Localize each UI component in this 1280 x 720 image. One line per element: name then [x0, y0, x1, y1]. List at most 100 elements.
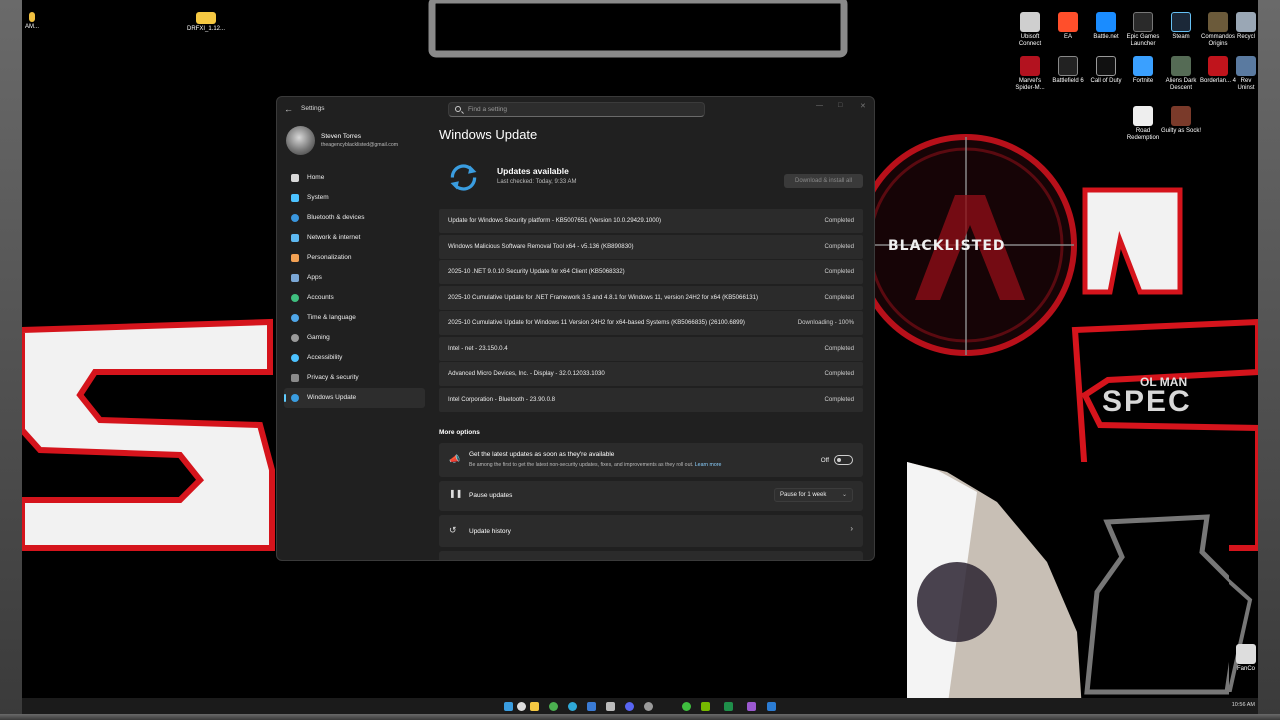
update-history-card[interactable]: ↺ Update history › — [439, 515, 863, 547]
desktop-icon-ubisoft[interactable]: Ubisoft Connect — [1010, 12, 1050, 48]
visual-studio-icon[interactable] — [747, 702, 756, 711]
chevron-right-icon: › — [850, 524, 853, 533]
search-box[interactable]: Find a setting — [448, 102, 705, 117]
app-title: Settings — [301, 105, 325, 112]
borderlands-icon — [1208, 56, 1228, 76]
desktop-icon-battlenet[interactable]: Battle.net — [1086, 12, 1126, 41]
update-row: Intel - net - 23.150.0.4 Completed — [439, 336, 863, 361]
chevron-down-icon: ⌄ — [841, 492, 847, 498]
page-title: Windows Update — [439, 127, 538, 142]
frame-bottom — [0, 714, 1280, 720]
desktop-icon-ea[interactable]: EA — [1048, 12, 1088, 41]
desktop-icon-folder[interactable]: DRFXI_1.12... — [186, 12, 226, 33]
desktop-icon-steam[interactable]: Steam — [1161, 12, 1201, 41]
settings-window: ← Settings Find a setting — □ ✕ Steven T… — [276, 96, 875, 561]
sidebar-item-apps[interactable]: Apps — [284, 268, 425, 288]
cod-icon — [1096, 56, 1116, 76]
home-icon — [291, 174, 299, 182]
sidebar-item-time-language[interactable]: Time & language — [284, 308, 425, 328]
sidebar-item-network[interactable]: Network & internet — [284, 228, 425, 248]
ubisoft-icon — [1020, 12, 1040, 32]
minimize-icon[interactable]: — — [816, 102, 823, 109]
desktop-icon-cod[interactable]: Call of Duty — [1086, 56, 1126, 85]
frame-right — [1258, 0, 1280, 720]
sidebar-item-windows-update[interactable]: Windows Update — [284, 388, 425, 408]
xbox-icon[interactable] — [682, 702, 691, 711]
desktop-icon-spiderman[interactable]: Marvel's Spider-M... — [1010, 56, 1050, 92]
next-option-card[interactable] — [439, 551, 863, 560]
system-icon — [291, 194, 299, 202]
aliens-icon — [1171, 56, 1191, 76]
desktop-icon-guilty-sock[interactable]: Guilty as Sock! — [1161, 106, 1201, 135]
desktop-icon-commandos[interactable]: Commandos Origins — [1198, 12, 1238, 48]
webcam-overlay — [907, 462, 1229, 710]
desktop-icon-revo[interactable]: Rev Uninst — [1234, 56, 1258, 92]
pen-icon[interactable] — [606, 702, 615, 711]
avatar[interactable] — [286, 126, 315, 155]
download-install-all-button[interactable]: Download & install all — [784, 174, 863, 188]
update-row: 2025-10 .NET 9.0.10 Security Update for … — [439, 260, 863, 284]
search-icon — [455, 106, 461, 112]
sidebar-nav: Home System Bluetooth & devices Network … — [284, 168, 425, 408]
update-status: Downloading - 100% — [797, 319, 854, 326]
learn-more-link[interactable]: Learn more — [695, 462, 722, 468]
sidebar-item-gaming[interactable]: Gaming — [284, 328, 425, 348]
pause-icon: ❚❚ — [449, 489, 463, 498]
pause-duration-select[interactable]: Pause for 1 week ⌄ — [774, 488, 853, 502]
back-arrow-icon[interactable]: ← — [284, 104, 293, 114]
edge-icon[interactable] — [568, 702, 577, 711]
clock[interactable]: 10:56 AM — [1232, 702, 1255, 708]
outlook-icon[interactable] — [767, 702, 776, 711]
update-name: Advanced Micro Devices, Inc. - Display -… — [448, 370, 605, 377]
status-title: Updates available — [497, 166, 569, 176]
desktop-icon-epic[interactable]: Epic Games Launcher — [1123, 12, 1163, 48]
update-status: Completed — [824, 395, 854, 403]
sidebar-item-system[interactable]: System — [284, 188, 425, 208]
search-icon[interactable] — [517, 702, 526, 711]
watermark-big: SPEC — [1102, 385, 1192, 418]
more-options-heading: More options — [439, 429, 480, 436]
recycle-bin-icon — [1236, 12, 1256, 32]
desktop-icon-aliens[interactable]: Aliens Dark Descent — [1161, 56, 1201, 92]
desktop-icon-fancontrol[interactable]: FanCo — [1234, 644, 1258, 673]
start-icon[interactable] — [504, 702, 513, 711]
nvidia-icon[interactable] — [701, 702, 710, 711]
amd-icon — [29, 12, 35, 22]
sidebar-item-accounts[interactable]: Accounts — [284, 288, 425, 308]
sidebar-item-personalization[interactable]: Personalization — [284, 248, 425, 268]
settings-icon[interactable] — [644, 702, 653, 711]
desktop-icon-borderlands[interactable]: Borderlan... 4 — [1198, 56, 1238, 85]
excel-icon[interactable] — [724, 702, 733, 711]
sidebar-item-privacy[interactable]: Privacy & security — [284, 368, 425, 388]
battlefield-icon — [1058, 56, 1078, 76]
frame-left — [0, 0, 22, 720]
blacklisted-logo-text: BLACKLISTED — [888, 238, 1006, 254]
sidebar-item-accessibility[interactable]: Accessibility — [284, 348, 425, 368]
fortnite-icon — [1133, 56, 1153, 76]
file-explorer-icon[interactable] — [530, 702, 539, 711]
maximize-icon[interactable]: □ — [838, 102, 842, 109]
update-row: Update for Windows Security platform - K… — [439, 209, 863, 233]
fancontrol-icon — [1236, 644, 1256, 664]
desktop-icon-road-redemption[interactable]: Road Redemption — [1123, 106, 1163, 142]
pause-updates-title: Pause updates — [469, 492, 513, 499]
update-status: Completed — [824, 217, 854, 224]
accessibility-icon — [291, 354, 299, 362]
sidebar-item-bluetooth[interactable]: Bluetooth & devices — [284, 208, 425, 228]
desktop-icon-recycle-bin[interactable]: Recycl — [1234, 12, 1258, 41]
webcam-image — [907, 462, 1229, 710]
clock-globe-icon — [291, 314, 299, 322]
sidebar-item-home[interactable]: Home — [284, 168, 425, 188]
desktop-icon-amd[interactable]: AM... — [22, 12, 42, 31]
desktop-icon-fortnite[interactable]: Fortnite — [1123, 56, 1163, 85]
store-icon[interactable] — [587, 702, 596, 711]
latest-updates-toggle[interactable] — [834, 455, 853, 465]
update-row: Windows Malicious Software Removal Tool … — [439, 234, 863, 259]
discord-icon[interactable] — [625, 702, 634, 711]
desktop-icon-battlefield[interactable]: Battlefield 6 — [1048, 56, 1088, 85]
search-input[interactable]: Find a setting — [468, 106, 507, 113]
update-name: 2025-10 Cumulative Update for Windows 11… — [448, 319, 745, 326]
megaphone-icon: 📣 — [449, 454, 461, 464]
chrome-icon[interactable] — [549, 702, 558, 711]
close-icon[interactable]: ✕ — [860, 102, 866, 110]
